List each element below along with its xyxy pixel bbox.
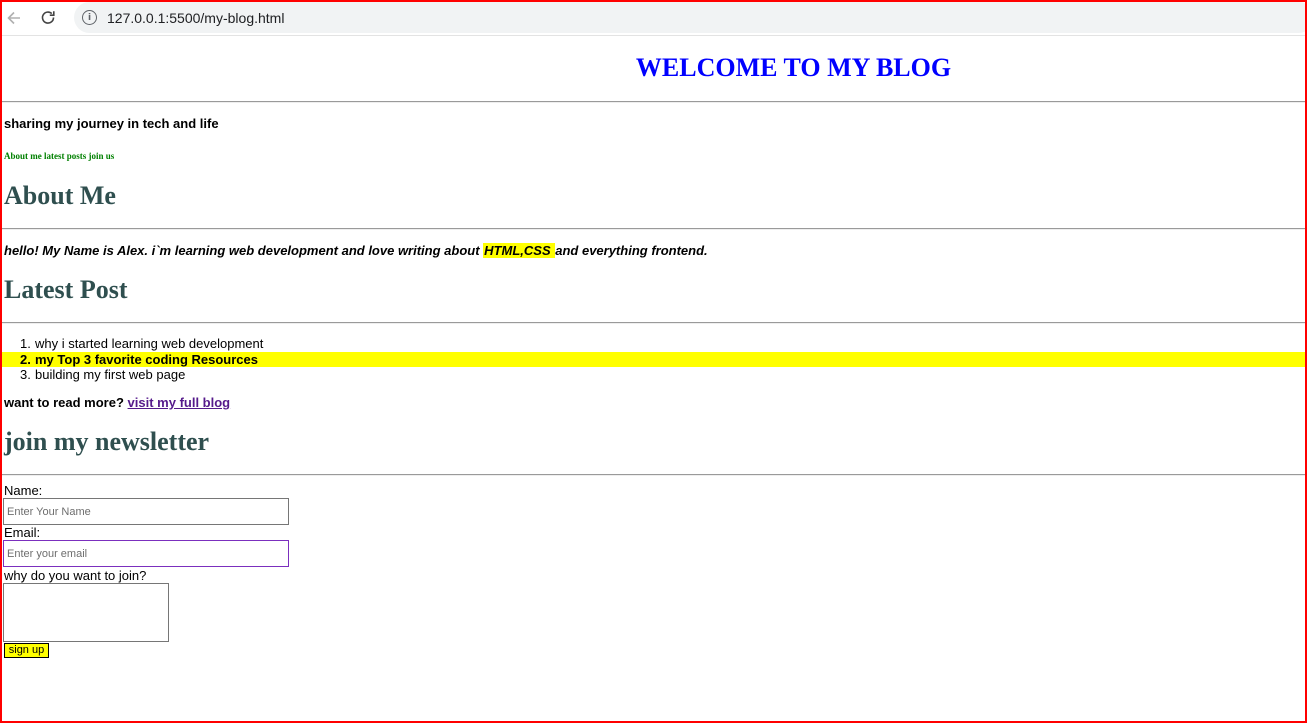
name-input[interactable] — [3, 498, 289, 525]
about-text-end: and everything frontend. — [555, 243, 708, 258]
site-info-icon[interactable]: i — [82, 10, 97, 25]
posts-list: 1. why i started learning web development… — [2, 336, 1305, 383]
post-number: 1. — [20, 336, 31, 351]
read-more: want to read more? visit my full blog — [4, 395, 230, 410]
tagline: sharing my journey in tech and life — [4, 116, 219, 131]
reason-textarea[interactable] — [3, 583, 169, 642]
post-number: 3. — [20, 367, 31, 382]
sign-up-button[interactable]: sign up — [4, 643, 49, 658]
browser-toolbar: i 127.0.0.1:5500/my-blog.html — [0, 0, 1307, 36]
post-title: why i started learning web development — [35, 336, 264, 351]
post-title: my Top 3 favorite coding Resources — [35, 351, 258, 367]
reason-label: why do you want to join? — [4, 568, 147, 583]
post-item: 3. building my first web page — [2, 367, 1305, 383]
header-divider — [2, 101, 1305, 103]
post-item: 1. why i started learning web development — [2, 336, 1305, 352]
about-text: hello! My Name is Alex. i`m learning web… — [4, 243, 708, 258]
newsletter-divider — [2, 474, 1305, 476]
about-heading: About Me — [4, 181, 116, 210]
posts-divider — [2, 322, 1305, 324]
post-title: building my first web page — [35, 367, 186, 382]
post-item-highlighted: 2. my Top 3 favorite coding Resources — [2, 351, 1305, 367]
read-more-text: want to read more? — [4, 395, 124, 410]
about-divider — [2, 228, 1305, 230]
about-text-start: hello! My Name is Alex. i`m learning web… — [4, 243, 484, 258]
email-label: Email: — [4, 525, 41, 540]
highlighted-skills: HTML,CSS — [483, 243, 556, 258]
name-label: Name: — [4, 483, 43, 498]
site-title: WELCOME TO MY BLOG — [635, 53, 952, 82]
reload-icon[interactable] — [36, 6, 60, 30]
url-text[interactable]: 127.0.0.1:5500/my-blog.html — [107, 10, 284, 26]
back-arrow-icon[interactable] — [2, 6, 26, 30]
address-bar[interactable]: i 127.0.0.1:5500/my-blog.html — [74, 2, 1307, 33]
post-number: 2. — [20, 351, 31, 367]
email-input[interactable] — [3, 540, 289, 567]
nav-links: About me latest posts join us — [4, 151, 115, 161]
full-blog-link[interactable]: visit my full blog — [128, 395, 231, 410]
newsletter-heading: join my newsletter — [4, 427, 210, 456]
latest-post-heading: Latest Post — [4, 275, 128, 304]
